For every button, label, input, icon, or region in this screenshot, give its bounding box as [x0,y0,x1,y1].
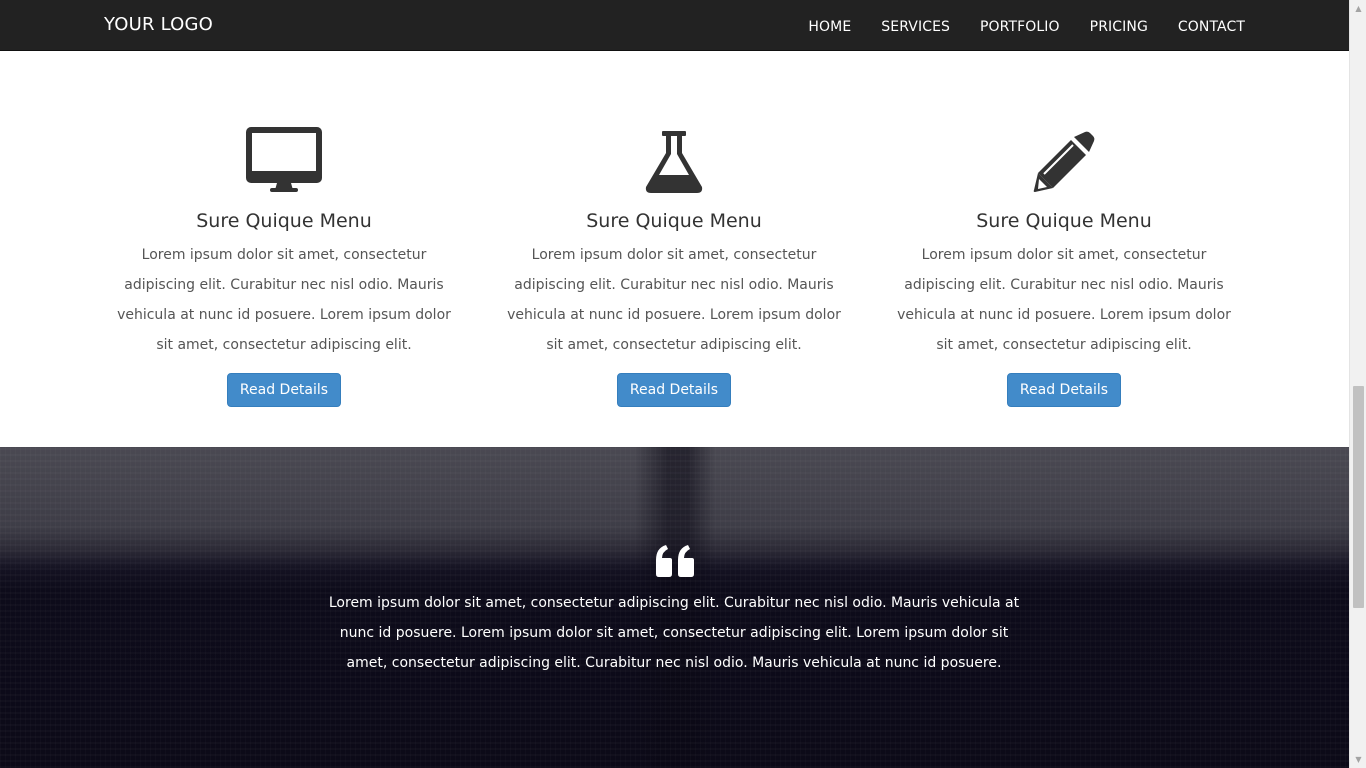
desktop-icon [104,125,464,193]
service-title: Sure Quique Menu [976,210,1152,232]
service-card: Sure Quique Menu Lorem ipsum dolor sit a… [494,125,854,407]
page-scrollbar[interactable]: ▲ ▼ [1349,0,1366,768]
nav-item-services: SERVICES [881,16,950,35]
service-title: Sure Quique Menu [586,210,762,232]
testimonial-section: Lorem ipsum dolor sit amet, consectetur … [0,447,1349,768]
read-details-button[interactable]: Read Details [226,373,342,407]
logo-link[interactable]: YOUR LOGO [104,14,213,35]
service-title: Sure Quique Menu [196,210,372,232]
service-card: Sure Quique Menu Lorem ipsum dolor sit a… [884,125,1244,407]
services-section: Sure Quique Menu Lorem ipsum dolor sit a… [0,51,1349,447]
service-description: Lorem ipsum dolor sit amet, consectetur … [117,247,451,353]
nav-item-pricing: PRICING [1090,16,1148,35]
nav-item-portfolio: PORTFOLIO [980,16,1060,35]
service-description: Lorem ipsum dolor sit amet, consectetur … [897,247,1231,353]
pencil-icon [884,125,1244,193]
nav-menu: HOME SERVICES PORTFOLIO PRICING CONTACT [778,0,1245,50]
nav-item-home: HOME [808,16,851,35]
read-details-button[interactable]: Read Details [1006,373,1122,407]
nav-item-contact: CONTACT [1178,16,1245,35]
nav-link-contact[interactable]: CONTACT [1178,19,1245,35]
nav-link-services[interactable]: SERVICES [881,19,950,35]
testimonial-text: Lorem ipsum dolor sit amet, consectetur … [328,595,1020,671]
scroll-thumb[interactable] [1353,386,1364,608]
quote-left-icon [654,544,696,578]
service-card: Sure Quique Menu Lorem ipsum dolor sit a… [104,125,464,407]
page: YOUR LOGO HOME SERVICES PORTFOLIO PRICIN… [0,0,1349,768]
service-description: Lorem ipsum dolor sit amet, consectetur … [507,247,841,353]
navbar: YOUR LOGO HOME SERVICES PORTFOLIO PRICIN… [0,0,1349,51]
scroll-up-arrow-icon[interactable]: ▲ [1350,0,1366,17]
nav-link-pricing[interactable]: PRICING [1090,19,1148,35]
nav-link-home[interactable]: HOME [808,19,851,35]
read-details-button[interactable]: Read Details [616,373,732,407]
nav-link-portfolio[interactable]: PORTFOLIO [980,19,1060,35]
flask-icon [494,125,854,193]
scroll-down-arrow-icon[interactable]: ▼ [1350,751,1366,768]
